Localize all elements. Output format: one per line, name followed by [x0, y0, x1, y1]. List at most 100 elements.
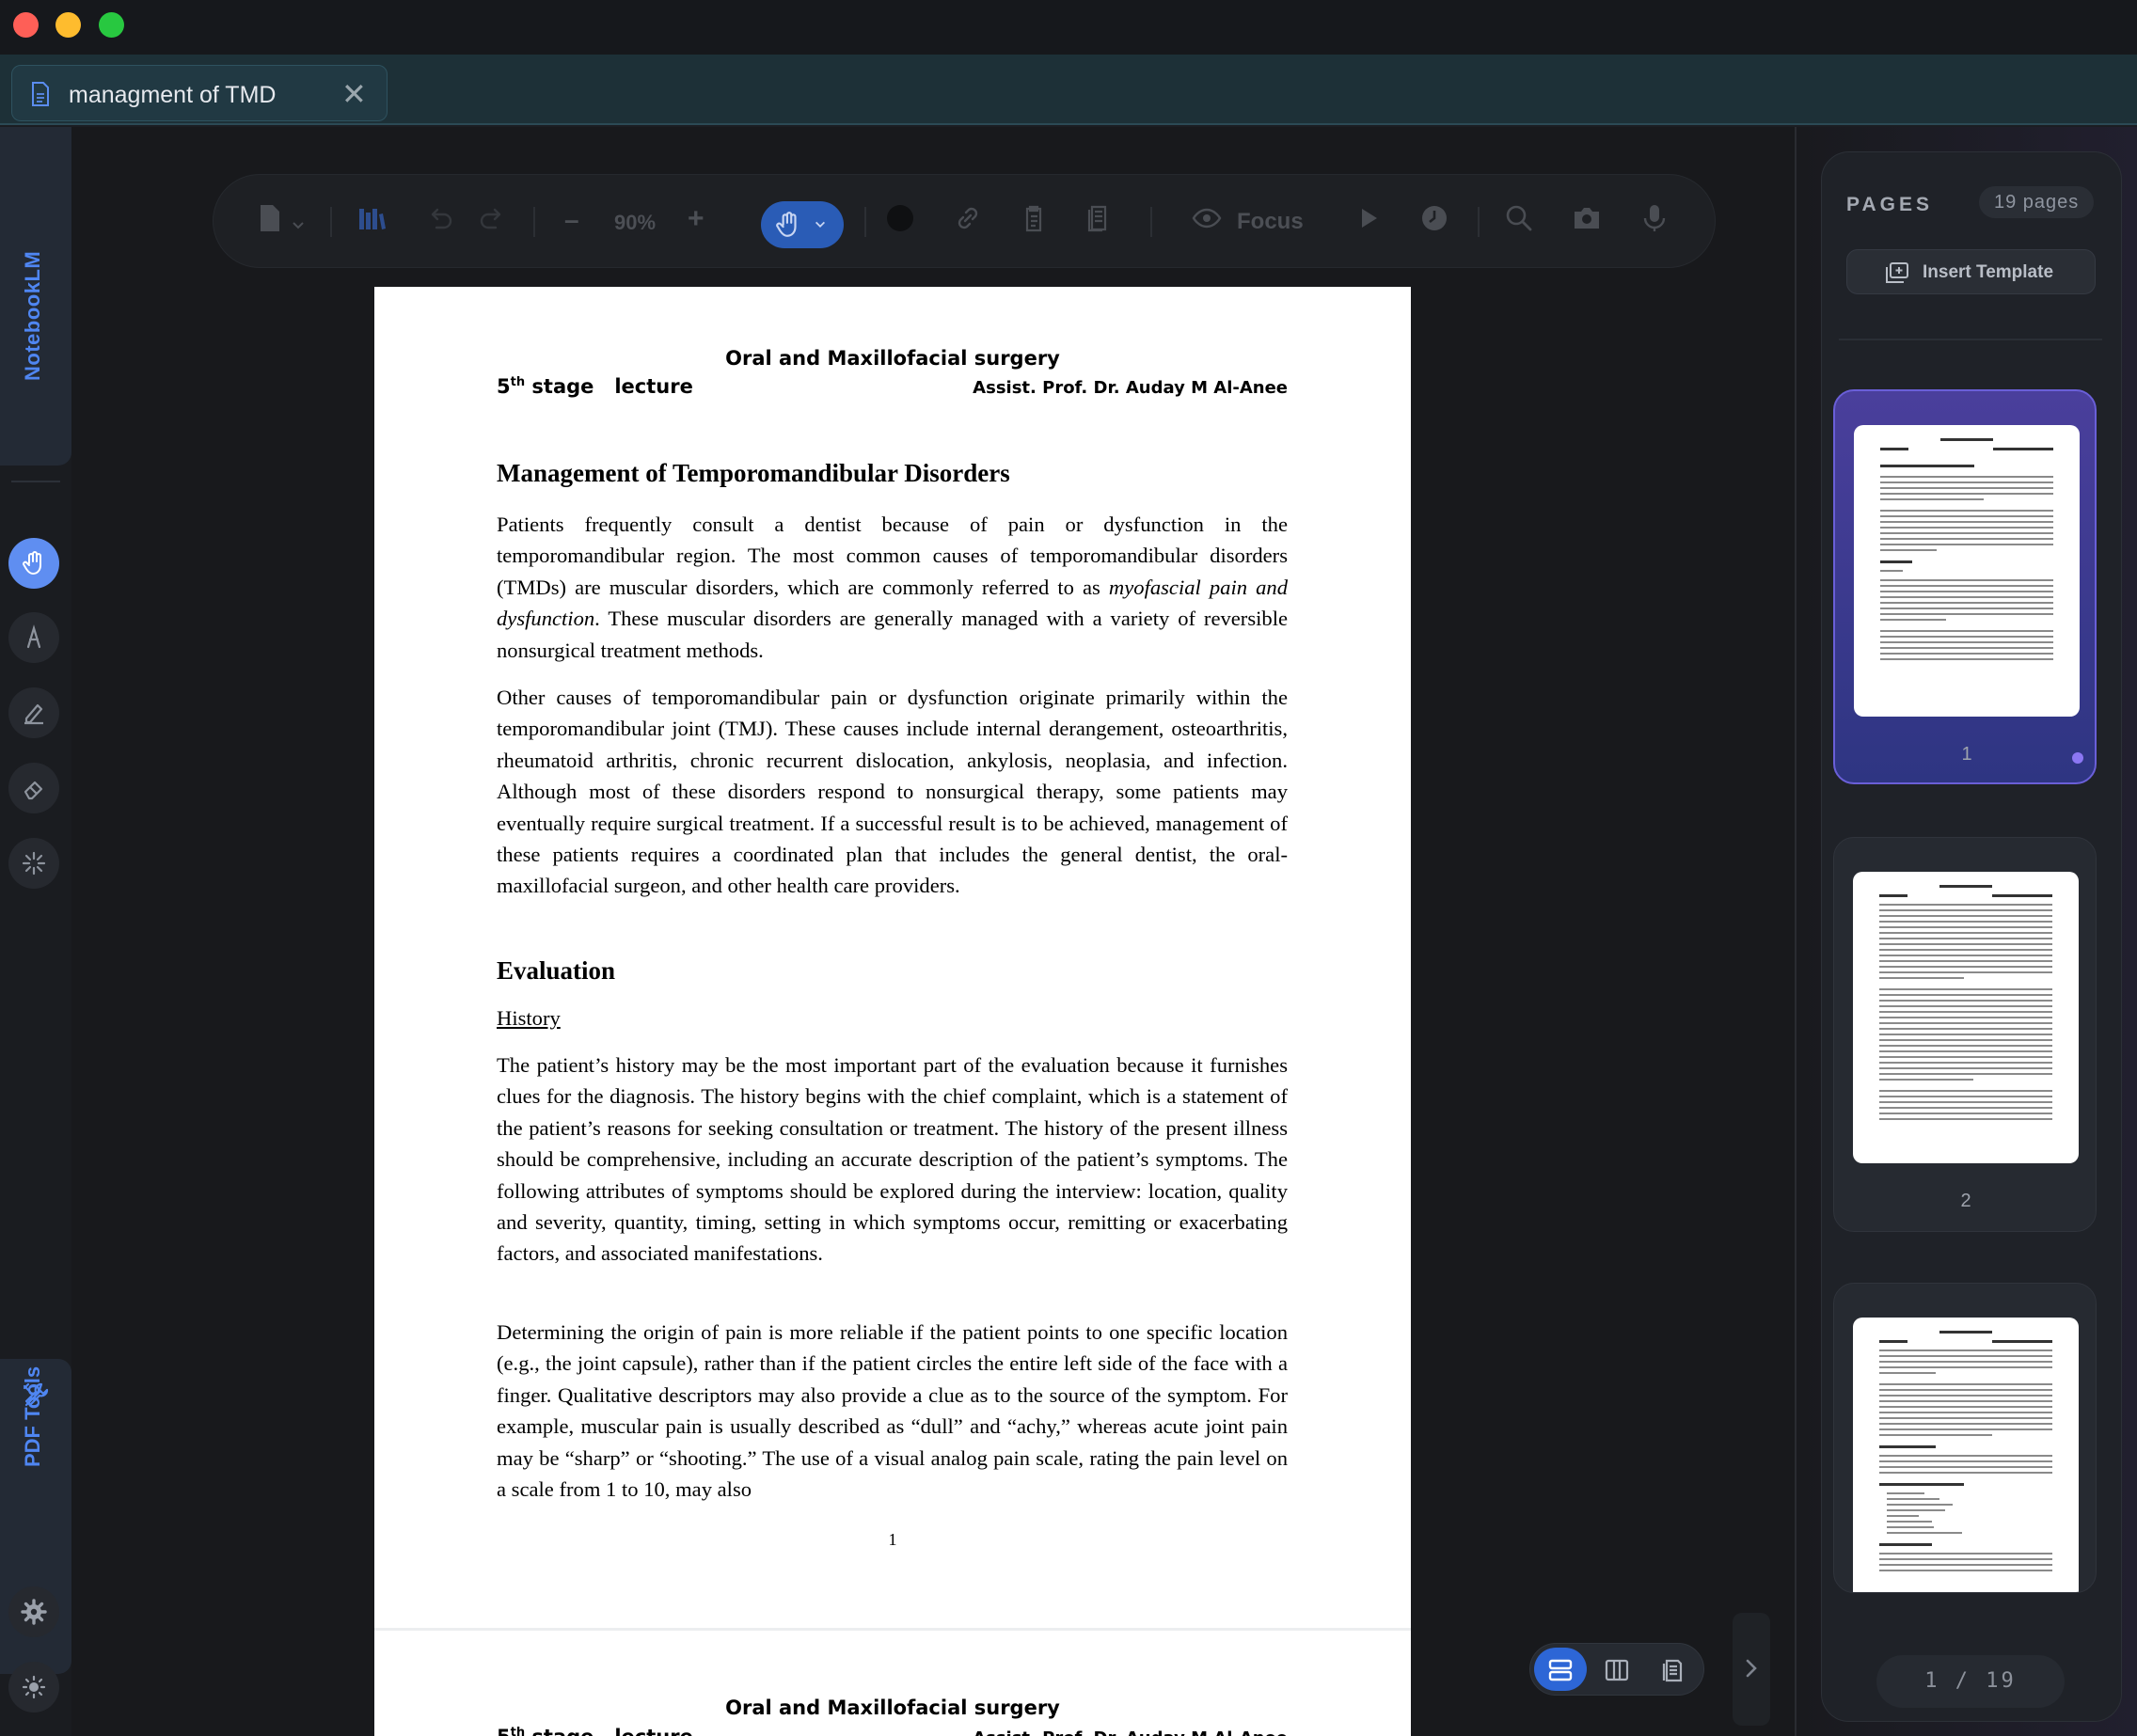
toolbar-divider	[864, 207, 866, 237]
undo-button[interactable]	[425, 203, 455, 241]
microphone-button[interactable]	[1639, 203, 1670, 241]
screenshot-button[interactable]	[1572, 203, 1602, 241]
color-picker-button[interactable]	[885, 203, 915, 241]
thumb-text-line	[1879, 1434, 1992, 1436]
thumb-text-line	[1879, 1090, 2052, 1092]
thumbnail-number: 2	[1960, 1191, 1971, 1211]
pan-mode-button[interactable]	[761, 201, 844, 248]
thumb-text-line	[1879, 926, 2052, 928]
maximize-window-button[interactable]	[99, 12, 124, 38]
pdf-page-1[interactable]: Oral and Maxillofacial surgery 5th stage…	[374, 287, 1411, 1628]
timer-icon	[1422, 206, 1447, 230]
page-thumbnail-1[interactable]: 1	[1833, 389, 2097, 784]
thumbnail-preview	[1853, 872, 2079, 1163]
thumb-text-line	[1880, 619, 1946, 621]
pages-panel-title: PAGES	[1846, 194, 1933, 215]
settings-button[interactable]	[8, 1586, 59, 1637]
chevron-down-icon	[815, 221, 825, 228]
view-two-page-button[interactable]	[1591, 1648, 1643, 1691]
minimize-window-button[interactable]	[55, 12, 81, 38]
clipboard-button[interactable]	[1019, 203, 1049, 241]
thumb-text-line	[1879, 1372, 1936, 1374]
hand-tool-button[interactable]	[8, 538, 59, 589]
toolbar-divider	[1478, 207, 1480, 237]
toolbar-divider	[533, 207, 535, 237]
thumb-text-line	[1879, 1361, 2052, 1363]
theme-toggle-button[interactable]	[8, 1662, 59, 1712]
thumb-text-line	[1880, 521, 2053, 523]
thumb-text-line	[1880, 476, 2053, 478]
focus-mode-button[interactable]	[1192, 203, 1222, 241]
thumb-text-line	[1879, 938, 2052, 939]
file-menu-button[interactable]	[255, 203, 306, 241]
focus-label[interactable]: Focus	[1237, 209, 1304, 235]
pen-tool-button[interactable]	[8, 612, 59, 663]
view-single-page-button[interactable]	[1647, 1648, 1700, 1691]
notebooklm-label[interactable]: NotebookLM	[21, 230, 49, 381]
pdf-tools-label[interactable]: PDF Tools	[21, 1298, 49, 1467]
sidebar-divider	[11, 481, 60, 482]
zoom-out-button[interactable]: –	[564, 205, 579, 235]
thumb-text-line	[1879, 1472, 2052, 1474]
insert-template-button[interactable]: Insert Template	[1846, 249, 2096, 294]
page-thumbnail-3[interactable]	[1833, 1283, 2097, 1593]
thumb-heading-line	[1880, 560, 1912, 563]
thumb-text-line	[1879, 994, 2052, 996]
thumb-text-line	[1879, 960, 2052, 962]
thumb-header-line	[1879, 1340, 1907, 1343]
toggle-pages-panel-button[interactable]	[1733, 1613, 1770, 1726]
current-page-dot	[2072, 752, 2083, 764]
document-heading: Management of Temporomandibular Disorder…	[497, 459, 1010, 487]
thumb-text-line	[1880, 602, 2053, 604]
tab-close-icon[interactable]: ✕	[341, 79, 367, 109]
page-thumbnail-2[interactable]: 2	[1833, 837, 2097, 1232]
close-window-button[interactable]	[13, 12, 39, 38]
thumb-text-line	[1879, 1079, 1973, 1081]
chevron-down-icon	[293, 222, 305, 229]
tab-document[interactable]: managment of TMD ✕	[11, 65, 388, 121]
thumb-text-line	[1887, 1532, 1962, 1534]
thumb-text-line	[1880, 647, 2053, 649]
library-icon	[359, 209, 386, 229]
magic-tool-button[interactable]	[8, 838, 59, 889]
eye-icon	[1192, 208, 1222, 229]
thumb-text-line	[1879, 1000, 2052, 1002]
thumbnail-preview	[1853, 1318, 2079, 1592]
pen-icon	[26, 624, 41, 649]
zoom-level[interactable]: 90%	[614, 211, 656, 235]
thumb-text-line	[1879, 955, 2052, 956]
pages-panel: PAGES 19 pages Insert Template 1 2 1 / 1…	[1795, 127, 2137, 1736]
thumb-text-line	[1880, 641, 2053, 643]
notes-button[interactable]	[1084, 203, 1115, 241]
page-indicator[interactable]: 1 / 19	[1876, 1655, 2065, 1708]
thumb-text-line	[1880, 544, 2053, 545]
eraser-tool-button[interactable]	[8, 763, 59, 813]
thumb-text-line	[1879, 1011, 2052, 1013]
page-header-author: Assist. Prof. Dr. Auday M Al-Anee	[973, 378, 1288, 398]
thumb-text-line	[1879, 1366, 2052, 1368]
thumb-text-line	[1879, 1073, 2052, 1075]
pdf-page-2[interactable]: Oral and Maxillofacial surgery 5th stage…	[374, 1628, 1411, 1736]
search-icon	[1506, 205, 1532, 231]
highlighter-icon	[24, 703, 43, 725]
thumb-text-line	[1887, 1521, 1932, 1523]
play-button[interactable]	[1353, 203, 1384, 241]
document-viewer[interactable]: – 90% + Focus Oral and Maxillofacial sur…	[71, 127, 1795, 1736]
link-button[interactable]	[953, 203, 983, 241]
thumb-text-line	[1879, 1558, 2052, 1560]
thumb-text-line	[1879, 1067, 2052, 1069]
thumb-text-line	[1880, 493, 2053, 495]
search-button[interactable]	[1504, 203, 1534, 241]
thumb-text-line	[1879, 1045, 2052, 1047]
timer-button[interactable]	[1419, 203, 1449, 241]
view-continuous-button[interactable]	[1534, 1648, 1587, 1691]
thumb-text-line	[1880, 591, 2053, 592]
zoom-in-button[interactable]: +	[688, 203, 704, 235]
library-button[interactable]	[356, 203, 387, 241]
redo-button[interactable]	[477, 203, 507, 241]
thumb-text-line	[1879, 1466, 2052, 1468]
notes-icon	[1087, 205, 1107, 232]
thumb-text-line	[1880, 498, 1984, 500]
highlighter-tool-button[interactable]	[8, 687, 59, 738]
document-icon	[32, 82, 49, 106]
